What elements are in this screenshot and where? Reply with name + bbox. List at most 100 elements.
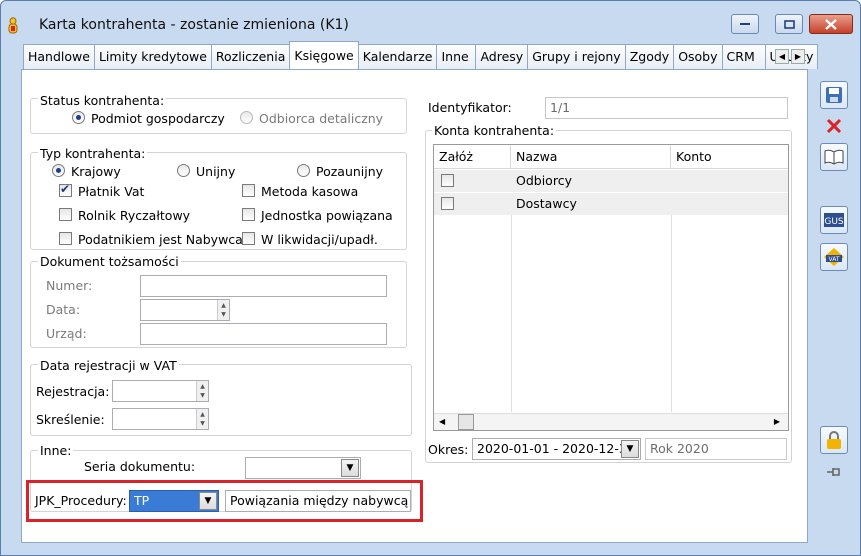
tab-grupy-i-rejony[interactable]: Grupy i rejony xyxy=(527,44,626,69)
tab-inne[interactable]: Inne xyxy=(436,44,477,69)
rejestracja-label: Rejestracja: xyxy=(36,384,110,399)
numer-label: Numer: xyxy=(46,278,93,293)
table-row[interactable]: Odbiorcy xyxy=(434,170,788,192)
horizontal-scrollbar[interactable]: ◀ ▶ xyxy=(434,413,788,430)
row-nazwa: Dostawcy xyxy=(516,196,577,211)
seria-select[interactable]: ▼ xyxy=(245,457,361,479)
gus-button[interactable]: GUS xyxy=(820,206,848,234)
book-icon xyxy=(824,149,844,165)
tab-scroll-left-icon[interactable]: ◀ xyxy=(775,49,789,64)
zaloz-konto-checkbox[interactable] xyxy=(441,174,454,187)
okres-select[interactable]: 2020-01-01 - 2020-12-31 ▼ xyxy=(472,438,641,460)
tab-limity-kredytowe[interactable]: Limity kredytowe xyxy=(93,44,212,69)
status-podmiot-label: Podmiot gospodarczy xyxy=(91,111,225,126)
vat-label: Data rejestracji w VAT xyxy=(38,358,179,373)
data-spinner[interactable]: ▲ ▼ xyxy=(217,300,229,320)
tab-scroll: ◀ ▶ xyxy=(775,49,805,64)
typ-unijny-radio[interactable] xyxy=(177,164,190,177)
minimize-button[interactable] xyxy=(731,14,759,34)
skreslenie-label: Skreślenie: xyxy=(36,412,105,427)
rolnik-checkbox[interactable] xyxy=(59,208,72,221)
pin-button[interactable] xyxy=(820,458,848,486)
table-row[interactable]: Dostawcy xyxy=(434,193,788,215)
typ-unijny-label: Unijny xyxy=(196,164,236,179)
platnik-vat-label: Płatnik Vat xyxy=(78,184,145,199)
likwidacja-checkbox[interactable] xyxy=(242,232,255,245)
col-zaloz-konto[interactable]: Załóż konto xyxy=(434,145,511,188)
scroll-left-icon[interactable]: ◀ xyxy=(439,417,445,426)
urzad-input[interactable] xyxy=(140,323,387,345)
tab-scroll-right-icon[interactable]: ▶ xyxy=(791,49,805,64)
platnik-vat-checkbox[interactable] xyxy=(59,182,72,197)
status-detaliczny-label: Odbiorca detaliczny xyxy=(259,111,384,126)
window-title: Karta kontrahenta - zostanie zmieniona (… xyxy=(39,17,349,33)
nabywca-label: Podatnikiem jest Nabywca xyxy=(78,232,243,247)
status-detaliczny-radio[interactable] xyxy=(240,111,253,124)
tab-osoby[interactable]: Osoby xyxy=(673,44,723,69)
okres-value: 2020-01-01 - 2020-12-31 xyxy=(477,441,635,456)
book-button[interactable] xyxy=(820,143,848,171)
title-bar: Karta kontrahenta - zostanie zmieniona (… xyxy=(1,1,860,41)
urzad-label: Urząd: xyxy=(46,326,87,341)
save-button[interactable] xyxy=(820,81,848,109)
rejestracja-spinner[interactable]: ▲ ▼ xyxy=(196,381,208,401)
save-icon xyxy=(826,87,842,103)
scroll-right-icon[interactable]: ▶ xyxy=(774,417,780,426)
close-icon xyxy=(825,18,837,30)
tab-handlowe[interactable]: Handlowe xyxy=(23,44,95,69)
tab-rozliczenia[interactable]: Rozliczenia xyxy=(210,44,291,69)
scroll-thumb[interactable] xyxy=(458,414,474,430)
vat-button[interactable]: VAT xyxy=(820,243,848,271)
ksiegowe-panel: Status kontrahenta: Podmiot gospodarczy … xyxy=(21,69,808,543)
jednostka-checkbox[interactable] xyxy=(242,208,255,221)
lock-button[interactable] xyxy=(820,426,848,454)
metoda-kasowa-label: Metoda kasowa xyxy=(261,184,359,199)
status-podmiot-radio[interactable] xyxy=(72,111,85,124)
tab-ksiegowe[interactable]: Księgowe xyxy=(289,41,359,69)
close-button[interactable] xyxy=(809,14,853,34)
chevron-down-icon[interactable]: ▼ xyxy=(341,459,359,477)
jednostka-label: Jednostka powiązana xyxy=(261,208,393,223)
column-divider xyxy=(671,215,672,412)
chevron-down-icon[interactable]: ▼ xyxy=(621,440,639,458)
skreslenie-spinner[interactable]: ▲ ▼ xyxy=(196,409,208,429)
nabywca-checkbox[interactable] xyxy=(59,232,72,245)
cancel-icon xyxy=(826,118,842,134)
numer-input[interactable] xyxy=(140,275,387,297)
seria-label: Seria dokumentu: xyxy=(84,459,196,474)
skreslenie-input[interactable]: ▲ ▼ xyxy=(112,408,209,430)
tab-kalendarze[interactable]: Kalendarze xyxy=(357,44,438,69)
tab-crm[interactable]: CRM xyxy=(721,44,766,69)
minimize-icon xyxy=(740,23,750,25)
data-label: Data: xyxy=(46,302,81,317)
maximize-button[interactable] xyxy=(775,14,803,34)
okres-rok: Rok 2020 xyxy=(645,438,787,460)
gus-icon: GUS xyxy=(824,213,844,227)
row-nazwa: Odbiorcy xyxy=(516,173,572,188)
pin-icon xyxy=(827,468,840,476)
lock-icon xyxy=(827,431,841,449)
typ-krajowy-label: Krajowy xyxy=(71,164,121,179)
identyfikator-input[interactable]: 1/1 xyxy=(545,97,788,119)
col-konto[interactable]: Konto xyxy=(671,145,788,169)
dok-label: Dokument tożsamości xyxy=(38,254,181,269)
typ-pozaunijny-radio[interactable] xyxy=(297,164,310,177)
cancel-button[interactable] xyxy=(820,112,848,140)
maximize-icon xyxy=(783,19,795,29)
rejestracja-input[interactable]: ▲ ▼ xyxy=(112,380,209,402)
tab-zgody[interactable]: Zgody xyxy=(624,44,675,69)
main-window: Karta kontrahenta - zostanie zmieniona (… xyxy=(0,0,861,556)
metoda-kasowa-checkbox[interactable] xyxy=(242,184,255,197)
konta-grid: Załóż konto Nazwa Konto Odbiorcy Dostawc… xyxy=(433,144,789,431)
svg-text:VAT: VAT xyxy=(828,256,839,263)
data-input[interactable]: ▲ ▼ xyxy=(140,299,230,321)
likwidacja-label: W likwidacji/upadł. xyxy=(261,232,378,247)
zaloz-konto-checkbox[interactable] xyxy=(441,197,454,210)
app-icon xyxy=(8,17,18,34)
tab-adresy[interactable]: Adresy xyxy=(475,44,529,69)
identyfikator-label: Identyfikator: xyxy=(428,100,512,115)
col-nazwa[interactable]: Nazwa xyxy=(511,145,671,169)
typ-krajowy-radio[interactable] xyxy=(52,164,65,177)
column-divider xyxy=(511,215,512,412)
jpk-highlight-box xyxy=(26,480,423,522)
